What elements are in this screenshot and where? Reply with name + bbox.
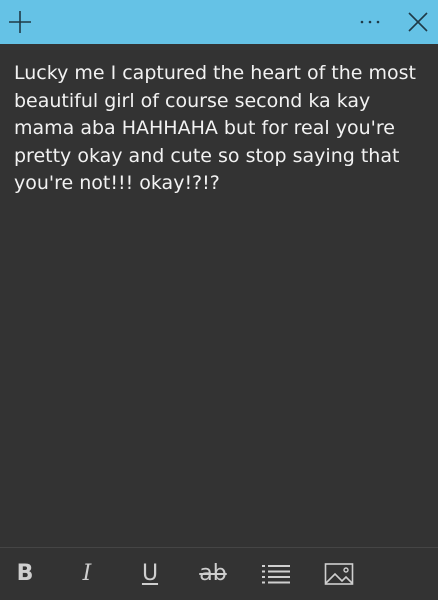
underline-icon: U: [141, 561, 159, 586]
italic-icon: I: [82, 561, 92, 586]
bullet-list-button[interactable]: [260, 558, 292, 590]
strikethrough-button[interactable]: ab: [197, 558, 229, 590]
insert-image-icon: [324, 563, 354, 585]
formatting-toolbar: B I U ab: [0, 548, 438, 600]
menu-button[interactable]: [350, 0, 390, 44]
plus-icon: [9, 11, 31, 33]
close-icon: [408, 12, 428, 32]
new-note-button[interactable]: [0, 0, 40, 44]
note-text-area[interactable]: Lucky me I captured the heart of the mos…: [14, 60, 426, 530]
close-button[interactable]: [398, 0, 438, 44]
italic-button[interactable]: I: [71, 558, 103, 590]
bold-icon: B: [16, 561, 34, 586]
bulleted-list-icon: [262, 565, 290, 584]
underline-button[interactable]: U: [134, 558, 166, 590]
bold-button[interactable]: B: [9, 558, 41, 590]
sticky-note-window: Lucky me I captured the heart of the mos…: [0, 0, 438, 600]
more-dots-icon: [360, 20, 380, 24]
note-titlebar: [0, 0, 438, 44]
insert-image-button[interactable]: [323, 558, 355, 590]
strikethrough-icon: ab: [199, 561, 227, 586]
